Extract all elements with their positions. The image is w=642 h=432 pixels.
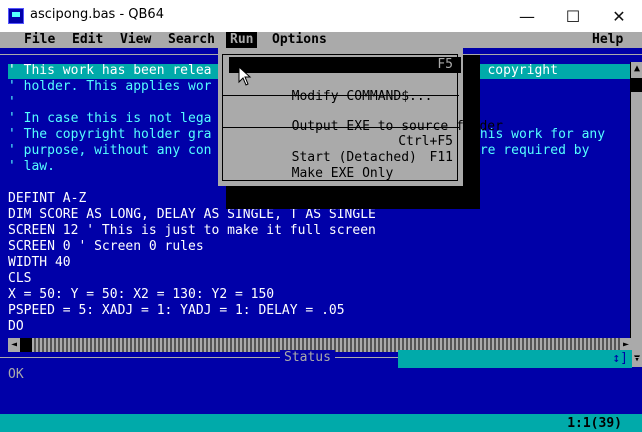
minimize-icon: — [519,6,535,26]
close-icon: ✕ [612,6,626,26]
run-menu-detached-shortcut: Ctrl+F5 [398,134,453,149]
qb64-screen: File Edit View Search Run Options Help '… [0,32,642,432]
scroll-down-icon[interactable]: ▼ [631,352,642,366]
scroll-thumb[interactable] [631,78,642,92]
run-menu-start-detached[interactable]: Start (Detached) Ctrl+F5 [229,134,461,165]
code-line-5[interactable]: ' The copyright holder gra [8,127,212,143]
code-line-9[interactable]: DEFINT A-Z [8,191,86,207]
code-line-11[interactable]: SCREEN 12 ' This is just to make it full… [8,223,376,239]
code-line-17[interactable]: DO [8,319,24,335]
code-line-2[interactable]: ' holder. This applies wor [8,79,212,95]
status-label: Status [280,350,335,365]
run-menu-make-exe-label: Make EXE Only [291,166,394,181]
run-menu-make-exe-shortcut: F11 [429,150,453,165]
menu-run[interactable]: Run [226,32,258,48]
code-line-1[interactable]: ' This work has been relea [8,63,212,79]
window-title: ascipong.bas - QB64 [30,7,164,22]
code-line-10[interactable]: DIM SCORE AS LONG, DELAY AS SINGLE, T AS… [8,207,376,223]
bottom-status-bar [0,414,642,432]
run-menu-make-exe[interactable]: Make EXE Only F11 [229,150,461,181]
run-menu-modify-command[interactable]: Modify COMMAND$... [229,73,461,104]
run-menu-output-exe[interactable]: Output EXE to source folder [229,103,503,134]
find-toggle-icon[interactable]: ↕] [612,350,628,368]
minimize-button[interactable]: — [504,0,550,32]
menu-help[interactable]: Help [592,32,623,48]
menu-bar: File Edit View Search Run Options Help [0,32,642,48]
menu-edit[interactable]: Edit [72,32,103,48]
run-menu-separator-1 [223,95,459,96]
code-line-7[interactable]: ' law. [8,159,55,175]
code-line-14[interactable]: CLS [8,271,31,287]
scroll-left-icon[interactable]: ◄ [8,338,20,352]
maximize-icon: ☐ [565,6,581,26]
maximize-button[interactable]: ☐ [550,0,596,32]
code-line-13[interactable]: WIDTH 40 [8,255,71,271]
run-menu-modify-label: Modify COMMAND$... [291,89,433,104]
code-line-15[interactable]: X = 50: Y = 50: X2 = 130: Y2 = 150 [8,287,274,303]
run-menu-start[interactable]: Start F5 [229,57,461,88]
title-bar: ascipong.bas - QB64 — ☐ ✕ [0,0,642,33]
close-button[interactable]: ✕ [596,0,642,32]
run-menu-start-shortcut: F5 [437,57,453,72]
mouse-pointer-icon [238,66,252,86]
scroll-up-icon[interactable]: ▲ [631,62,642,76]
code-line-4[interactable]: ' In case this is not lega [8,111,212,127]
code-line-3[interactable]: ' [8,95,16,111]
menu-file[interactable]: File [24,32,55,48]
hscroll-thumb[interactable] [20,338,32,352]
status-message: OK [8,367,24,382]
code-line-16[interactable]: PSPEED = 5: XADJ = 1: YADJ = 1: DELAY = … [8,303,345,319]
menu-options[interactable]: Options [272,32,327,48]
qb64-app-icon [8,8,24,24]
find-label: Find[ [431,369,471,384]
cursor-position: 1:1(39) [567,416,622,431]
run-menu-frame: Start F5 Modify COMMAND$... Output EXE t… [222,54,503,181]
vertical-scrollbar[interactable]: ▲ ▼ [630,62,642,367]
code-line-6-right[interactable]: are required by [472,143,589,159]
menu-search[interactable]: Search [168,32,215,48]
find-field[interactable]: Find[ ↕] [398,350,632,384]
run-menu-separator-2 [223,127,459,128]
code-line-6[interactable]: ' purpose, without any con [8,143,212,159]
run-menu-dropdown: Start F5 Modify COMMAND$... Output EXE t… [218,48,503,186]
code-line-12[interactable]: SCREEN 0 ' Screen 0 rules [8,239,204,255]
menu-view[interactable]: View [120,32,151,48]
